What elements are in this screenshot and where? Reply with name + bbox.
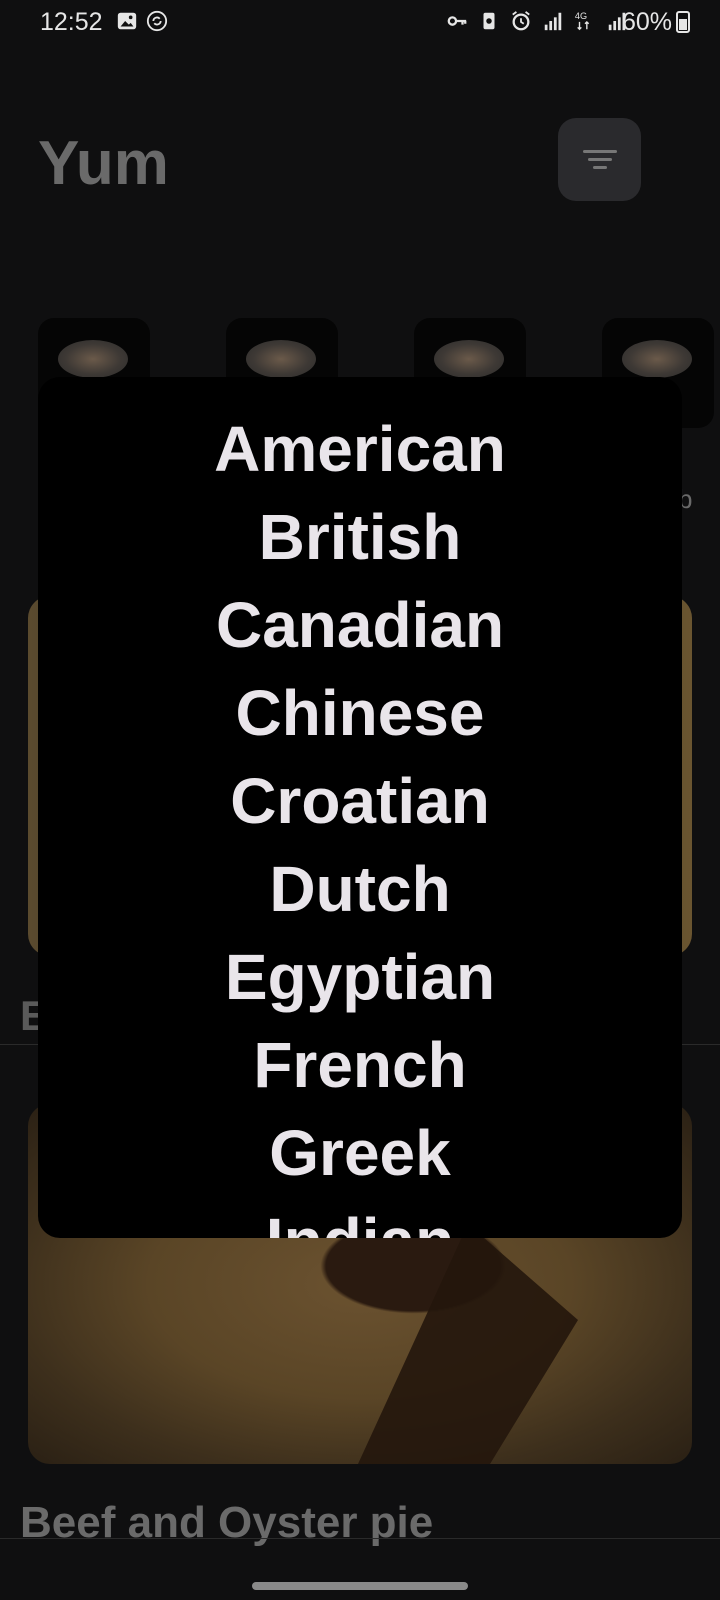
cuisine-option[interactable]: Indian bbox=[38, 1197, 682, 1238]
app-title: Yum bbox=[38, 129, 169, 198]
status-right-icons: 4G bbox=[446, 10, 628, 32]
cuisine-option[interactable]: French bbox=[38, 1021, 682, 1109]
battery-percent: 60% bbox=[621, 8, 672, 36]
cuisine-option[interactable]: Dutch bbox=[38, 845, 682, 933]
divider bbox=[0, 1538, 720, 1539]
pie-filling bbox=[358, 1224, 578, 1464]
cuisine-list: American British Canadian Chinese Croati… bbox=[38, 405, 682, 1238]
food-thumbnail bbox=[622, 340, 692, 378]
cuisine-option[interactable]: Canadian bbox=[38, 581, 682, 669]
signal-4g-icon: 4G bbox=[575, 11, 590, 31]
food-thumbnail bbox=[58, 340, 128, 378]
filter-icon bbox=[582, 145, 617, 174]
food-thumbnail bbox=[434, 340, 504, 378]
svg-text:4G: 4G bbox=[575, 11, 587, 21]
status-time: 12:52 bbox=[40, 8, 103, 36]
sync-icon bbox=[146, 10, 168, 32]
signal-icon bbox=[544, 12, 562, 31]
filter-button[interactable] bbox=[558, 118, 641, 201]
status-left-icons bbox=[116, 10, 168, 32]
image-icon bbox=[117, 12, 137, 30]
meal-card-label: Beef and Oyster pie bbox=[20, 1498, 434, 1547]
cuisine-option[interactable]: American bbox=[38, 405, 682, 493]
battery-icon bbox=[676, 11, 690, 33]
food-thumbnail bbox=[246, 340, 316, 378]
home-indicator[interactable] bbox=[252, 1582, 468, 1590]
cuisine-option[interactable]: Greek bbox=[38, 1109, 682, 1197]
nfc-icon bbox=[483, 12, 495, 30]
alarm-icon bbox=[512, 11, 530, 31]
cuisine-option[interactable]: Egyptian bbox=[38, 933, 682, 1021]
status-bar: 12:52 4G 60% bbox=[0, 0, 720, 46]
cuisine-option[interactable]: British bbox=[38, 493, 682, 581]
key-icon bbox=[447, 16, 467, 26]
cuisine-option[interactable]: Chinese bbox=[38, 669, 682, 757]
cuisine-option[interactable]: Croatian bbox=[38, 757, 682, 845]
cuisine-dropdown: American British Canadian Chinese Croati… bbox=[38, 377, 682, 1238]
